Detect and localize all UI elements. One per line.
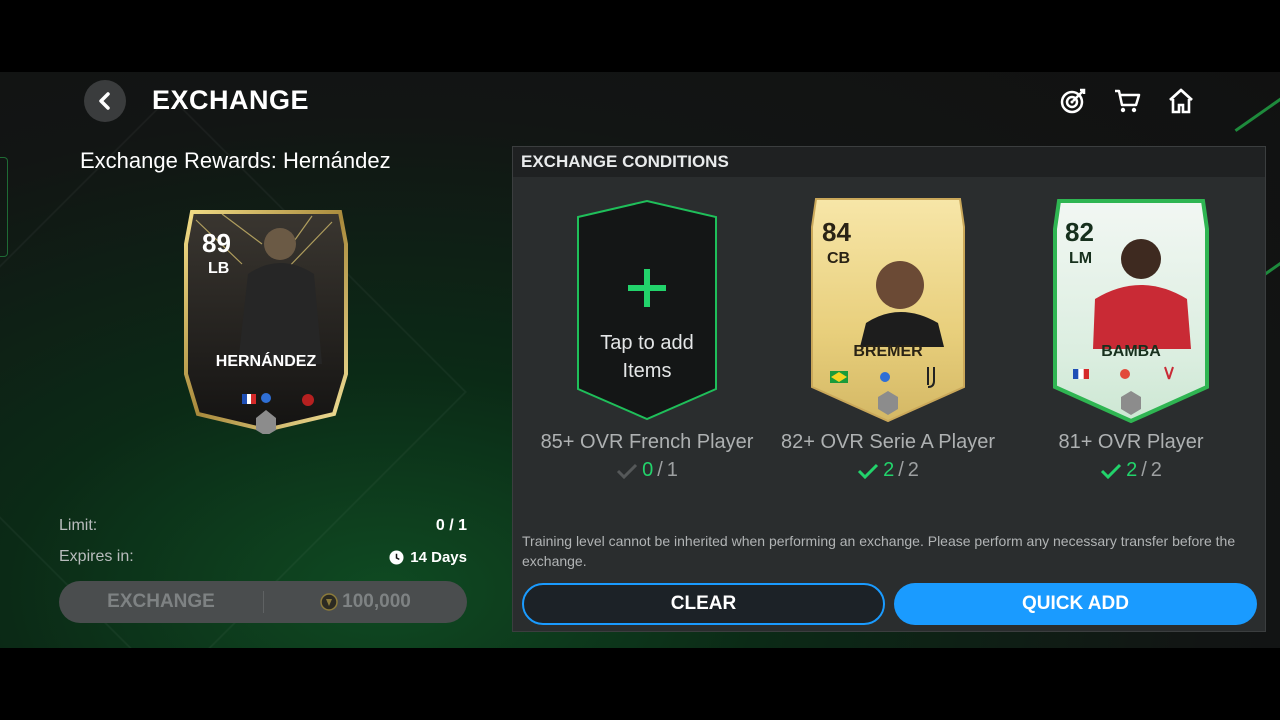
game-screen: EXCHANGE Exchange Rewards: Hernández 89 … xyxy=(0,72,1280,648)
add-item-slot[interactable]: Tap to add Items xyxy=(576,199,718,423)
add-slot-line2: Items xyxy=(622,360,672,382)
expires-row: Expires in: 14 Days xyxy=(59,548,467,566)
bremer-ovr: 84 xyxy=(822,217,851,247)
page-title: EXCHANGE xyxy=(152,85,310,115)
letterbox-bottom xyxy=(0,648,1280,720)
check-icon xyxy=(617,463,638,479)
back-button[interactable] xyxy=(84,80,126,122)
condition-label: 82+ OVR Serie A Player xyxy=(780,431,995,453)
expires-days: 14 Days xyxy=(410,548,467,566)
bremer-position: CB xyxy=(827,250,851,267)
quick-add-button[interactable]: QUICK ADD xyxy=(894,583,1257,625)
store-icon[interactable] xyxy=(1112,86,1142,116)
limit-label: Limit: xyxy=(59,517,98,534)
letterbox-top xyxy=(0,0,1280,72)
reward-title: Exchange Rewards: Hernández xyxy=(80,148,391,173)
empty-slot-frame xyxy=(577,199,717,421)
clear-button[interactable]: CLEAR xyxy=(522,583,885,625)
condition-count: 2 / 2 xyxy=(1071,459,1191,482)
condition-count: 0 / 1 xyxy=(587,459,707,482)
player-card-bremer[interactable]: 84 CB BREMER xyxy=(810,197,966,423)
reward-card-ovr: 89 xyxy=(202,228,231,258)
back-icon xyxy=(99,92,110,110)
exchange-button-label: EXCHANGE xyxy=(59,591,264,613)
exchange-button[interactable]: EXCHANGE 100,000 xyxy=(59,581,467,623)
limit-value: 0 / 1 xyxy=(435,517,467,534)
condition-label: 85+ OVR French Player xyxy=(540,431,754,453)
top-nav xyxy=(1058,86,1196,116)
clock-icon xyxy=(389,549,404,565)
expires-value: 14 Days xyxy=(389,548,467,566)
condition-count: 2 / 2 xyxy=(828,459,948,482)
coin-icon xyxy=(320,593,338,611)
bamba-name: BAMBA xyxy=(1101,343,1161,360)
condition-label: 81+ OVR Player xyxy=(1058,431,1204,453)
limit-row: Limit: 0 / 1 xyxy=(59,517,467,535)
player-card-bamba[interactable]: 82 LM BAMBA xyxy=(1053,199,1209,423)
check-icon xyxy=(858,463,879,479)
exchange-conditions-panel: EXCHANGE CONDITIONS Tap to add Items 85+… xyxy=(512,146,1266,632)
reward-card-position: LB xyxy=(208,260,230,277)
add-slot-line1: Tap to add xyxy=(600,332,694,354)
panel-heading: EXCHANGE CONDITIONS xyxy=(513,147,1265,177)
exchange-cost-value: 100,000 xyxy=(342,591,411,612)
check-icon xyxy=(1101,463,1122,479)
bamba-ovr: 82 xyxy=(1065,217,1094,247)
objectives-icon[interactable] xyxy=(1058,86,1088,116)
reward-card-name: HERNÁNDEZ xyxy=(215,353,317,370)
home-icon[interactable] xyxy=(1166,86,1196,116)
expires-label: Expires in: xyxy=(59,548,134,565)
bremer-name: BREMER xyxy=(853,343,923,360)
exchange-cost: 100,000 xyxy=(264,591,467,613)
reward-player-card[interactable]: 89 LB HERNÁNDEZ xyxy=(182,204,350,434)
bamba-position: LM xyxy=(1069,250,1093,267)
exchange-note: Training level cannot be inherited when … xyxy=(522,533,1236,569)
